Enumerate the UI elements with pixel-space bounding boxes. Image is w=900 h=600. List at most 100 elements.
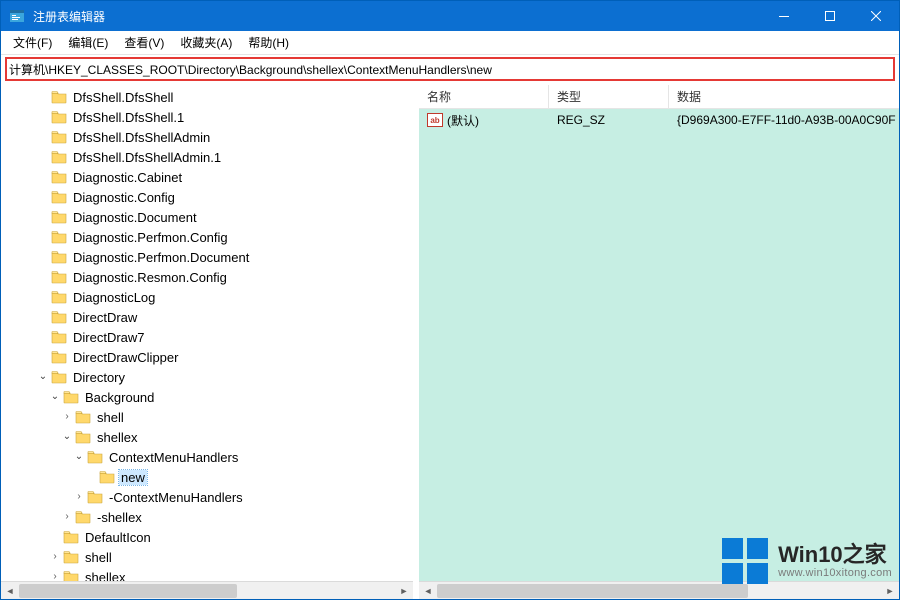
col-name[interactable]: 名称 xyxy=(419,85,549,108)
tree-node[interactable]: › shell xyxy=(1,547,413,567)
chevron-down-icon[interactable]: ⌄ xyxy=(37,371,49,383)
value-data: {D969A300-E7FF-11d0-A93B-00A0C90F xyxy=(669,113,899,127)
tree-node[interactable]: DirectDraw xyxy=(1,307,413,327)
tree-node[interactable]: Diagnostic.Perfmon.Config xyxy=(1,227,413,247)
titlebar: 注册表编辑器 xyxy=(1,1,899,31)
tree-h-scrollbar[interactable]: ◄ ► xyxy=(1,581,413,599)
tree-node[interactable]: › shell xyxy=(1,407,413,427)
tree-node-label: DiagnosticLog xyxy=(71,290,157,305)
tree-node-label: Diagnostic.Document xyxy=(71,210,199,225)
folder-icon xyxy=(87,450,103,464)
tree-node-label: DirectDraw xyxy=(71,310,139,325)
folder-icon xyxy=(51,230,67,244)
tree-node[interactable]: › -ContextMenuHandlers xyxy=(1,487,413,507)
chevron-right-icon[interactable]: › xyxy=(73,491,85,503)
folder-icon xyxy=(99,470,115,484)
tree-node[interactable]: DefaultIcon xyxy=(1,527,413,547)
close-button[interactable] xyxy=(853,1,899,31)
tree-node-label: ContextMenuHandlers xyxy=(107,450,240,465)
tree-node[interactable]: DfsShell.DfsShellAdmin xyxy=(1,127,413,147)
folder-icon xyxy=(63,390,79,404)
tree-node-label: DfsShell.DfsShellAdmin.1 xyxy=(71,150,223,165)
tree-node-label: DirectDraw7 xyxy=(71,330,147,345)
folder-icon xyxy=(51,330,67,344)
tree-node[interactable]: DfsShell.DfsShellAdmin.1 xyxy=(1,147,413,167)
tree-node-label: new xyxy=(119,470,147,485)
chevron-down-icon[interactable]: ⌄ xyxy=(61,431,73,443)
folder-icon xyxy=(63,530,79,544)
chevron-down-icon[interactable]: ⌄ xyxy=(73,451,85,463)
tree-node-label: shell xyxy=(95,410,126,425)
window-title: 注册表编辑器 xyxy=(33,8,761,25)
menu-help[interactable]: 帮助(H) xyxy=(240,32,297,53)
folder-icon xyxy=(51,130,67,144)
chevron-right-icon[interactable]: › xyxy=(61,511,73,523)
tree-node[interactable]: ›shellex xyxy=(1,567,413,581)
tree-node[interactable]: Diagnostic.Resmon.Config xyxy=(1,267,413,287)
maximize-button[interactable] xyxy=(807,1,853,31)
tree-node[interactable]: ⌄Directory xyxy=(1,367,413,387)
tree-node-label: Background xyxy=(83,390,156,405)
folder-icon xyxy=(51,270,67,284)
folder-icon xyxy=(51,190,67,204)
folder-icon xyxy=(75,410,91,424)
folder-icon xyxy=(87,490,103,504)
address-bar[interactable]: 计算机\HKEY_CLASSES_ROOT\Directory\Backgrou… xyxy=(5,57,895,81)
tree-node[interactable]: Diagnostic.Config xyxy=(1,187,413,207)
chevron-down-icon[interactable]: ⌄ xyxy=(49,391,61,403)
tree-node-label: shellex xyxy=(95,430,139,445)
string-value-icon: ab xyxy=(427,113,443,127)
tree-node-label: Diagnostic.Config xyxy=(71,190,177,205)
tree-pane: DfsShell.DfsShell DfsShell.DfsShell.1 DfsS… xyxy=(1,85,419,599)
tree-node[interactable]: Diagnostic.Cabinet xyxy=(1,167,413,187)
tree-node-label: DfsShell.DfsShell.1 xyxy=(71,110,186,125)
tree-node[interactable]: DirectDrawClipper xyxy=(1,347,413,367)
tree-node-label: -ContextMenuHandlers xyxy=(107,490,245,505)
folder-icon xyxy=(75,510,91,524)
folder-icon xyxy=(51,310,67,324)
tree-node[interactable]: DfsShell.DfsShell.1 xyxy=(1,107,413,127)
column-headers: 名称 类型 数据 xyxy=(419,85,899,109)
tree-node-label: Diagnostic.Cabinet xyxy=(71,170,184,185)
folder-icon xyxy=(51,150,67,164)
regedit-icon xyxy=(9,8,25,24)
tree-node[interactable]: Diagnostic.Perfmon.Document xyxy=(1,247,413,267)
tree-node[interactable]: Diagnostic.Document xyxy=(1,207,413,227)
tree-node-label: DirectDrawClipper xyxy=(71,350,180,365)
tree-node-label: Diagnostic.Resmon.Config xyxy=(71,270,229,285)
folder-icon xyxy=(51,210,67,224)
tree-node-label: -shellex xyxy=(95,510,144,525)
menu-view[interactable]: 查看(V) xyxy=(116,32,172,53)
scroll-left-icon[interactable]: ◄ xyxy=(419,582,437,599)
tree-node[interactable]: ⌄ Background xyxy=(1,387,413,407)
value-row[interactable]: ab(默认)REG_SZ{D969A300-E7FF-11d0-A93B-00A… xyxy=(419,109,899,129)
tree-node-label: Diagnostic.Perfmon.Document xyxy=(71,250,251,265)
menubar: 文件(F) 编辑(E) 查看(V) 收藏夹(A) 帮助(H) xyxy=(1,31,899,55)
scroll-left-icon[interactable]: ◄ xyxy=(1,582,19,599)
minimize-button[interactable] xyxy=(761,1,807,31)
folder-icon xyxy=(51,290,67,304)
list-h-scrollbar[interactable]: ◄ ► xyxy=(419,581,899,599)
menu-edit[interactable]: 编辑(E) xyxy=(60,32,116,53)
menu-file[interactable]: 文件(F) xyxy=(5,32,60,53)
tree-node[interactable]: DirectDraw7 xyxy=(1,327,413,347)
tree-node[interactable]: DiagnosticLog xyxy=(1,287,413,307)
tree-node[interactable]: › -shellex xyxy=(1,507,413,527)
scroll-right-icon[interactable]: ► xyxy=(395,582,413,599)
col-data[interactable]: 数据 xyxy=(669,85,899,108)
folder-icon xyxy=(51,90,67,104)
folder-icon xyxy=(51,170,67,184)
value-type: REG_SZ xyxy=(549,113,669,127)
scroll-right-icon[interactable]: ► xyxy=(881,582,899,599)
col-type[interactable]: 类型 xyxy=(549,85,669,108)
chevron-right-icon[interactable]: › xyxy=(49,551,61,563)
tree-node[interactable]: ⌄ ContextMenuHandlers xyxy=(1,447,413,467)
chevron-right-icon[interactable]: › xyxy=(61,411,73,423)
tree-node[interactable]: new xyxy=(1,467,413,487)
menu-favorites[interactable]: 收藏夹(A) xyxy=(172,32,240,53)
tree-node[interactable]: DfsShell.DfsShell xyxy=(1,87,413,107)
chevron-right-icon[interactable]: › xyxy=(49,571,61,581)
folder-icon xyxy=(63,570,79,581)
tree-node-label: shell xyxy=(83,550,114,565)
tree-node[interactable]: ⌄ shellex xyxy=(1,427,413,447)
